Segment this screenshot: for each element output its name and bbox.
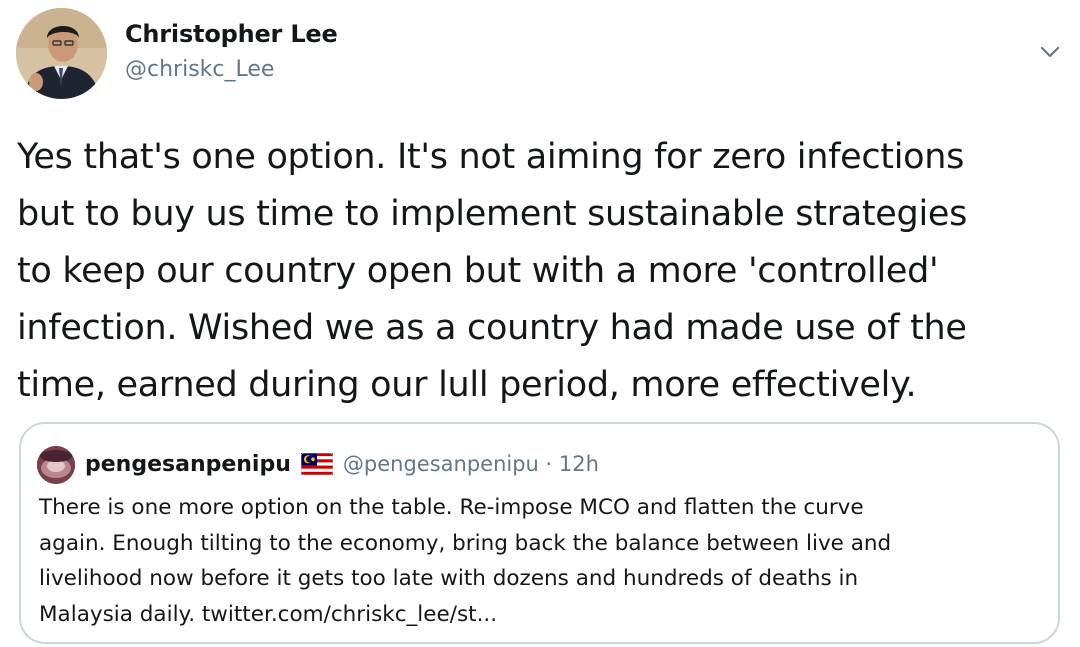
chevron-down-icon[interactable] [1036, 38, 1064, 66]
tweet-text-line: but to buy us time to implement sustaina… [17, 194, 968, 234]
malaysia-flag-icon [300, 453, 333, 475]
quoted-text-line: Malaysia daily. twitter.com/chriskc_lee/… [39, 601, 498, 627]
tweet-text-line: Yes that's one option. It's not aiming f… [17, 137, 965, 177]
author-avatar[interactable] [16, 8, 107, 99]
tweet-text-line: time, earned during our lull period, mor… [17, 365, 917, 405]
tweet-text-line: to keep our country open but with a more… [17, 251, 939, 291]
tweet-text-line: infection. Wished we as a country had ma… [17, 308, 967, 348]
quoted-text-line: There is one more option on the table. R… [39, 495, 864, 520]
quoted-tweet-card[interactable]: pengesanpenipu @pengesanpenipu · 12h The… [19, 422, 1060, 644]
quoted-text-line: again. Enough tilting to the economy, br… [39, 530, 892, 556]
quoted-tweet-header: pengesanpenipu @pengesanpenipu · 12h [85, 448, 599, 480]
quoted-text-line: livelihood now before it gets too late w… [39, 566, 859, 591]
tweet-text: Yes that's one option. It's not aiming f… [17, 129, 1067, 414]
quoted-author-name[interactable]: pengesanpenipu [85, 452, 291, 477]
author-name[interactable]: Christopher Lee [125, 20, 338, 48]
quoted-author-avatar[interactable] [37, 446, 75, 484]
quoted-tweet-text: There is one more option on the table. R… [39, 490, 1044, 632]
quoted-handle-time[interactable]: @pengesanpenipu · 12h [343, 452, 599, 476]
author-handle[interactable]: @chriskc_Lee [125, 57, 274, 82]
